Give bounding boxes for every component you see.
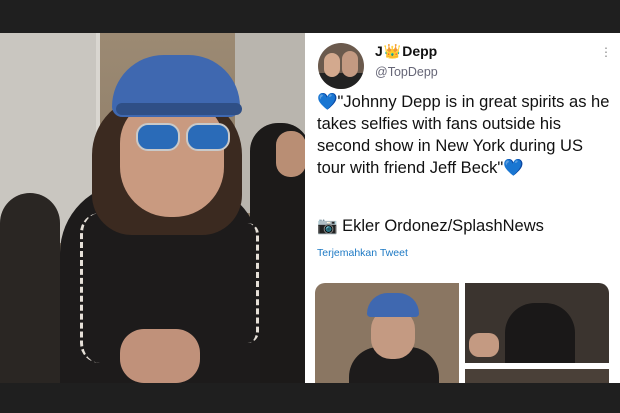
sunglasses [136,123,230,151]
bystander-face [276,131,305,177]
user-handle[interactable]: @TopDepp [375,65,438,79]
photo-credit: 📷 Ekler Ordonez/SplashNews [317,217,544,236]
page-frame: J👑Depp @TopDepp ⋮ 💙"Johnny Depp is in gr… [0,0,620,413]
translate-tweet-link[interactable]: Terjemahkan Tweet [317,247,408,259]
person-hand [120,329,200,383]
tweet-card: J👑Depp @TopDepp ⋮ 💙"Johnny Depp is in gr… [305,33,620,383]
bystander-left [0,193,60,383]
jacket-embroidery-left [80,213,123,363]
main-photo [0,33,305,383]
tweet-media-3[interactable] [465,369,609,383]
camera-icon: 📷 [317,217,338,235]
blue-heart-icon: 💙 [317,93,338,111]
cap-brim [116,103,242,115]
crown-icon: 👑 [383,43,402,59]
display-name-prefix: J [375,43,383,59]
more-options-icon[interactable]: ⋮ [600,45,612,59]
tweet-media-1[interactable] [315,283,459,383]
tweet-media-2[interactable] [465,283,609,363]
tweet-text: 💙"Johnny Depp is in great spirits as he … [317,91,615,179]
display-name[interactable]: J👑Depp [375,43,437,60]
jacket-embroidery-right [236,223,259,343]
profile-avatar[interactable] [318,43,364,89]
tweet-body: "Johnny Depp is in great spirits as he t… [317,93,610,177]
blue-heart-icon-end: 💙 [503,159,524,177]
credit-text: Ekler Ordonez/SplashNews [342,217,544,235]
display-name-suffix: Depp [402,43,438,59]
